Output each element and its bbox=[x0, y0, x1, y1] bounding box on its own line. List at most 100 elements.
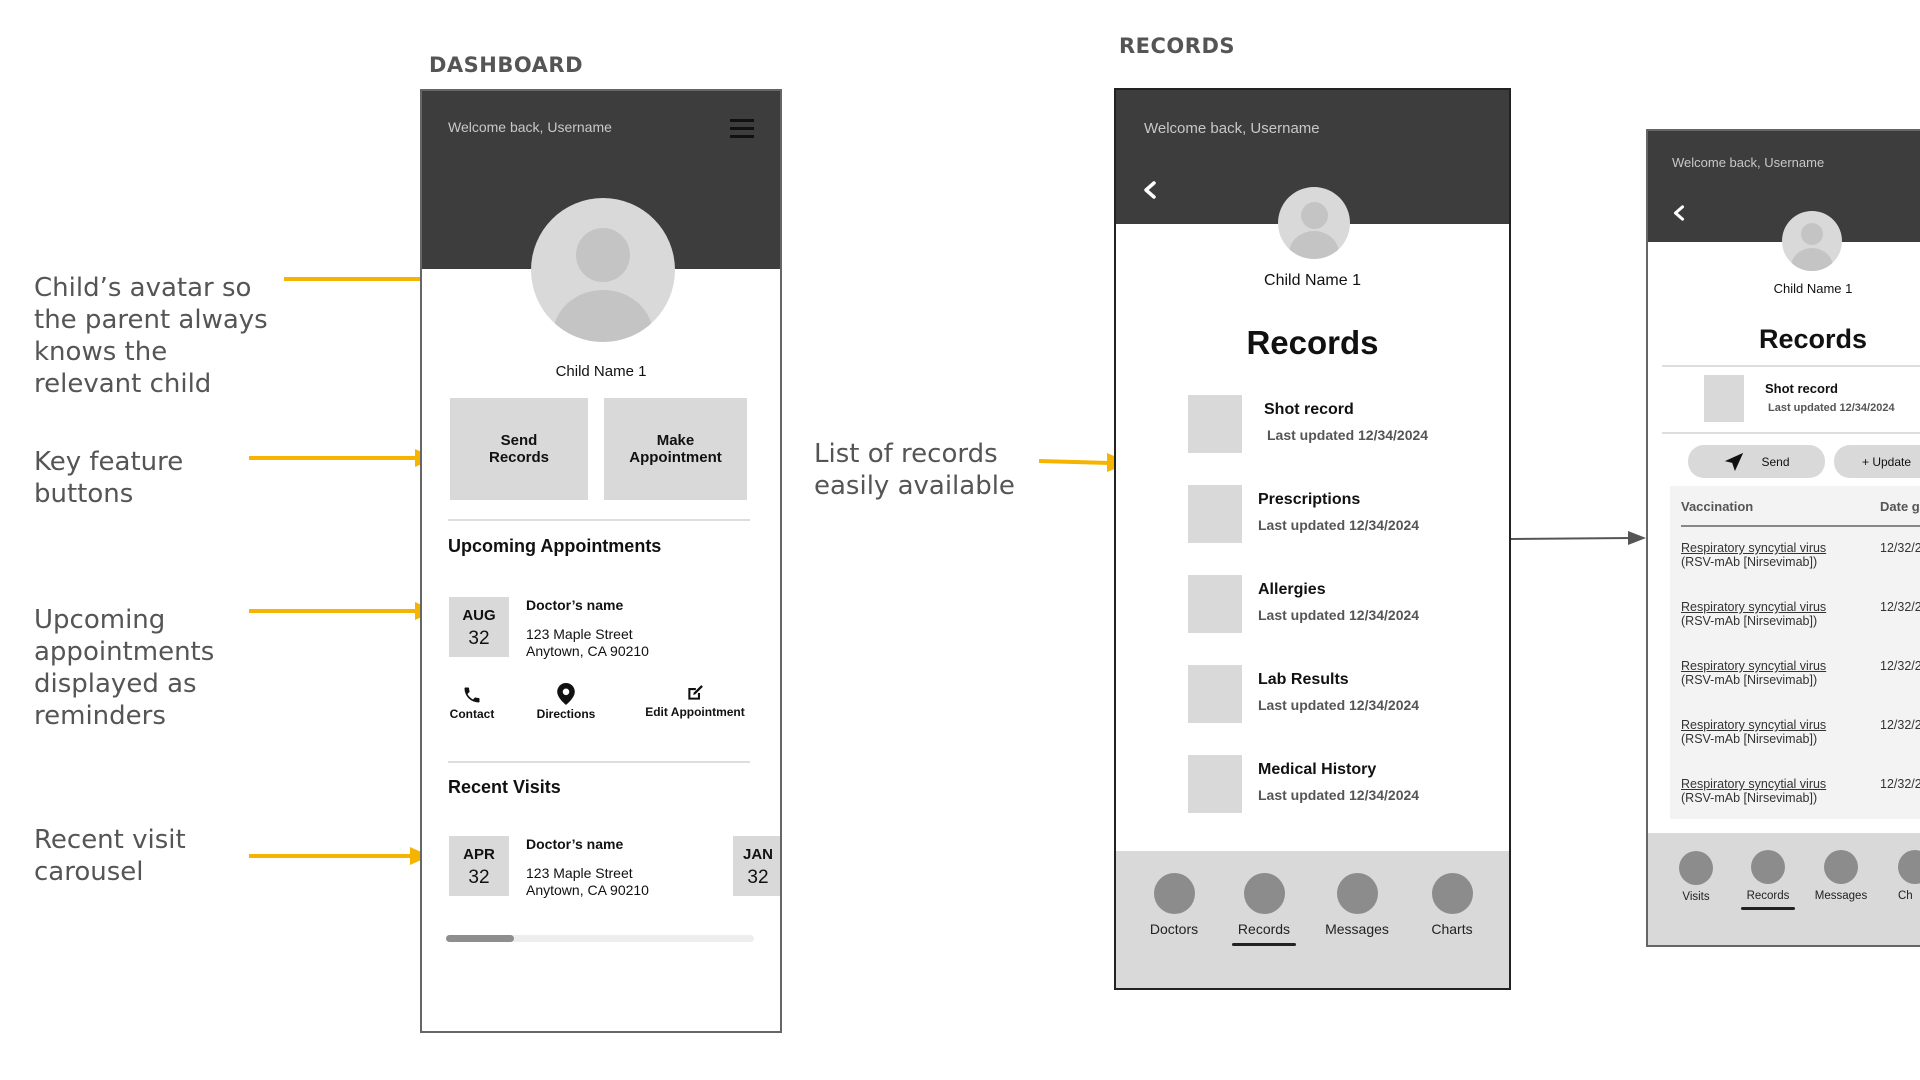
table-row-vaccine[interactable]: Respiratory syncytial virus (RSV-mAb [Nir… bbox=[1681, 659, 1826, 687]
action-label: Edit Appointment bbox=[645, 705, 745, 719]
vaccine-link[interactable]: Respiratory syncytial virus bbox=[1681, 541, 1826, 555]
record-subtitle: Last updated 12/34/2024 bbox=[1258, 607, 1420, 623]
tab-charts[interactable]: Charts bbox=[1414, 873, 1490, 937]
vaccine-detail: (RSV-mAb [Nirsevimab]) bbox=[1681, 791, 1818, 805]
records-phone: Welcome back, Username Child Name 1 Reco… bbox=[1114, 88, 1511, 990]
record-title: Medical History bbox=[1258, 761, 1377, 778]
directions-button[interactable]: Directions bbox=[528, 683, 604, 721]
table-header-rule bbox=[1681, 525, 1920, 527]
active-tab-indicator bbox=[1741, 907, 1795, 910]
record-title: Shot record bbox=[1765, 381, 1838, 396]
avatar-body bbox=[1289, 231, 1339, 259]
carousel-scroll-thumb[interactable] bbox=[446, 935, 514, 942]
vaccine-link[interactable]: Respiratory syncytial virus bbox=[1681, 718, 1826, 732]
table-row-vaccine[interactable]: Respiratory syncytial virus (RSV-mAb [Nir… bbox=[1681, 777, 1826, 805]
record-subtitle: Last updated 12/34/2024 bbox=[1258, 787, 1420, 803]
table-row-date: 12/32/2 bbox=[1880, 600, 1920, 614]
table-row-date: 12/32/2 bbox=[1880, 777, 1920, 791]
address-line: 123 Maple Street bbox=[526, 626, 633, 642]
upcoming-appointments-heading: Upcoming Appointments bbox=[448, 536, 662, 556]
annotation-arrows bbox=[249, 270, 1646, 865]
hamburger-icon[interactable] bbox=[730, 117, 754, 139]
record-title: Shot record bbox=[1264, 401, 1354, 418]
records-title: Records bbox=[1246, 324, 1379, 361]
shot-record-item[interactable]: Shot record Last updated 12/34/2024 bbox=[1648, 373, 1920, 423]
action-label: Directions bbox=[536, 707, 596, 721]
child-avatar[interactable] bbox=[1278, 187, 1350, 259]
visit-month: JAN bbox=[742, 846, 773, 863]
record-item-lab-results[interactable]: Lab Results Last updated 12/34/2024 bbox=[1116, 665, 1509, 725]
child-name: Child Name 1 bbox=[555, 363, 647, 380]
edit-appointment-button[interactable]: Edit Appointment bbox=[640, 683, 750, 719]
button-label: Records bbox=[488, 449, 550, 466]
bottom-tab-bar: Doctors Records Messages Charts bbox=[1116, 851, 1509, 988]
divider bbox=[1662, 365, 1920, 367]
tab-doctors[interactable]: Doctors bbox=[1136, 873, 1212, 937]
carousel-scrollbar[interactable] bbox=[446, 935, 754, 942]
tab-records[interactable]: Records bbox=[1736, 850, 1800, 910]
arrow-upcoming bbox=[249, 602, 435, 620]
messages-icon bbox=[1824, 850, 1858, 884]
chevron-left-icon[interactable] bbox=[1672, 204, 1686, 227]
vaccine-link[interactable]: Respiratory syncytial virus bbox=[1681, 600, 1826, 614]
visit-address: 123 Maple Street Anytown, CA 90210 bbox=[526, 865, 649, 899]
table-row-vaccine[interactable]: Respiratory syncytial virus (RSV-mAb [Nir… bbox=[1681, 600, 1826, 628]
active-tab-indicator bbox=[1232, 943, 1296, 946]
chevron-left-icon[interactable] bbox=[1142, 180, 1158, 205]
send-button[interactable]: Send bbox=[1688, 445, 1825, 478]
column-header-date: Date gi bbox=[1880, 499, 1920, 514]
tab-messages[interactable]: Messages bbox=[1806, 850, 1876, 902]
record-item-medical-history[interactable]: Medical History Last updated 12/34/2024 bbox=[1116, 755, 1509, 815]
tab-messages[interactable]: Messages bbox=[1312, 873, 1402, 937]
record-thumbnail bbox=[1704, 375, 1744, 422]
send-records-button[interactable]: Send Records bbox=[450, 398, 588, 500]
edit-icon bbox=[688, 685, 703, 700]
tab-label: Ch bbox=[1898, 890, 1913, 902]
child-avatar[interactable] bbox=[531, 198, 675, 342]
column-header-vaccination: Vaccination bbox=[1681, 499, 1754, 514]
bottom-tab-bar: Visits Records Messages Ch bbox=[1648, 833, 1920, 945]
record-subtitle: Last updated 12/34/2024 bbox=[1267, 427, 1429, 443]
records-title: Records bbox=[1758, 324, 1868, 354]
make-appointment-button[interactable]: Make Appointment bbox=[604, 398, 747, 500]
vaccine-link[interactable]: Respiratory syncytial virus bbox=[1681, 777, 1826, 791]
charts-icon bbox=[1431, 873, 1473, 914]
divider bbox=[448, 761, 750, 763]
avatar-body bbox=[553, 290, 653, 342]
arrow-feature-buttons bbox=[249, 449, 435, 467]
messages-icon bbox=[1336, 873, 1378, 914]
child-avatar[interactable] bbox=[1782, 211, 1842, 271]
vaccine-link[interactable]: Respiratory syncytial virus bbox=[1681, 659, 1826, 673]
table-row-date: 12/32/2 bbox=[1880, 541, 1920, 555]
record-thumbnail bbox=[1188, 395, 1242, 453]
avatar-head bbox=[1801, 223, 1823, 245]
send-icon bbox=[1725, 452, 1744, 471]
record-item-prescriptions[interactable]: Prescriptions Last updated 12/34/2024 bbox=[1116, 485, 1509, 545]
divider bbox=[448, 519, 750, 521]
record-item-allergies[interactable]: Allergies Last updated 12/34/2024 bbox=[1116, 575, 1509, 635]
update-button[interactable]: + Update bbox=[1834, 445, 1920, 478]
recent-visits-carousel[interactable]: APR 32 Doctor’s name 123 Maple Street An… bbox=[422, 836, 780, 906]
button-label: Appointment bbox=[629, 449, 722, 466]
tab-records[interactable]: Records bbox=[1226, 873, 1302, 946]
table-row-vaccine[interactable]: Respiratory syncytial virus (RSV-mAb [Nir… bbox=[1681, 541, 1826, 569]
table-row-date: 12/32/2 bbox=[1880, 718, 1920, 732]
record-thumbnail bbox=[1188, 485, 1242, 543]
appointment-address: 123 Maple Street Anytown, CA 90210 bbox=[526, 626, 649, 660]
appointment-month: AUG bbox=[462, 607, 496, 624]
visits-icon bbox=[1679, 851, 1713, 885]
tab-charts[interactable]: Ch bbox=[1898, 850, 1920, 902]
appointment-date-badge: AUG 32 bbox=[449, 597, 509, 657]
visit-month: APR bbox=[463, 846, 495, 863]
contact-button[interactable]: Contact bbox=[440, 685, 504, 721]
record-thumbnail bbox=[1188, 665, 1242, 723]
child-name: Child Name 1 bbox=[1773, 281, 1853, 296]
update-label: + Update bbox=[1862, 454, 1912, 469]
tab-label: Messages bbox=[1325, 921, 1389, 937]
record-item-shot-record[interactable]: Shot record Last updated 12/34/2024 bbox=[1116, 395, 1509, 455]
tab-visits[interactable]: Visits bbox=[1666, 851, 1726, 903]
visit-doctor-name: Doctor’s name bbox=[526, 836, 624, 852]
record-thumbnail bbox=[1188, 575, 1242, 633]
table-row-vaccine[interactable]: Respiratory syncytial virus (RSV-mAb [Nir… bbox=[1681, 718, 1826, 746]
tab-label: Charts bbox=[1431, 921, 1473, 937]
